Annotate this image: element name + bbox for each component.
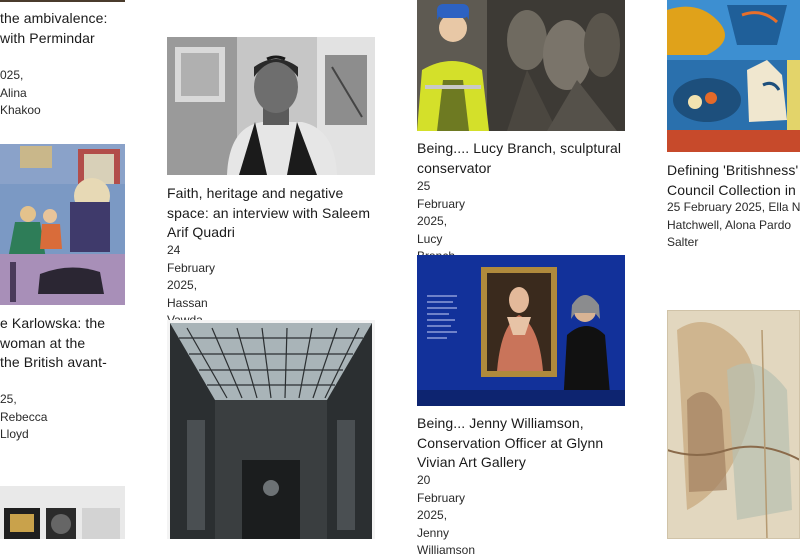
article-title-line: space: an interview with Saleem	[167, 204, 371, 221]
article-title-line: Arif Quadri	[167, 224, 236, 240]
article-meta-line: Salter	[667, 235, 699, 249]
article-thumbnail-quadri[interactable]	[167, 37, 375, 175]
article-title-line: Conservation Officer at Glynn	[417, 434, 604, 451]
article-title-line: the British avant-	[0, 354, 107, 370]
article-thumbnail-karlowska[interactable]	[0, 144, 125, 305]
article-meta-quadri: 24 February 2025, Hassan Vawda	[167, 242, 215, 330]
article-title-line: with Permindar	[0, 29, 95, 46]
article-meta-karlowska: 25, Rebecca Lloyd	[0, 391, 47, 444]
article-title-line: e Karlowska: the	[0, 315, 106, 331]
article-meta-line: 25, Rebecca Lloyd	[0, 392, 48, 441]
article-title-line: Vivian Art Gallery	[417, 454, 526, 470]
article-title-line: Being.... Lucy Branch, sculptural	[417, 140, 622, 156]
article-thumbnail-bottom-left[interactable]	[0, 486, 125, 539]
article-meta-lucy-branch: 25 February 2025, Lucy Branch	[417, 178, 465, 266]
article-title-line: conservator	[417, 159, 492, 176]
article-meta-line: 24 February 2025, Hassan Vawda	[167, 243, 216, 327]
article-thumbnail-ceiling[interactable]	[167, 320, 375, 539]
article-title-quadri[interactable]: Faith, heritage and negative space: an i…	[167, 184, 382, 243]
article-meta-line: 025, Alina Khakoo	[0, 68, 41, 117]
article-title-line: Faith, heritage and negative	[167, 185, 344, 201]
article-meta-line: 25 February 2025, Lucy Branch	[417, 179, 466, 263]
article-thumbnail-lucy-branch[interactable]	[417, 0, 625, 131]
article-title-line: Council Collection in	[667, 181, 796, 198]
article-title-permindar[interactable]: the ambivalence: with Permindar	[0, 9, 130, 48]
article-title-lucy-branch[interactable]: Being.... Lucy Branch, sculptural conser…	[417, 139, 637, 178]
article-thumbnail-britishness[interactable]	[667, 0, 800, 152]
article-title-britishness[interactable]: Defining 'Britishness' Council Collectio…	[667, 161, 800, 200]
article-title-line: the ambivalence:	[0, 10, 108, 26]
article-title-line: Defining 'Britishness'	[667, 162, 799, 178]
article-meta-line: 25 February 2025, Ella N	[667, 200, 800, 214]
article-meta-line: Hatchwell, Alona Pardo	[667, 217, 792, 232]
article-thumbnail-jenny-williamson[interactable]	[417, 255, 625, 406]
article-meta-line: 20 February 2025, Jenny Williamson	[417, 473, 476, 557]
article-title-jenny-williamson[interactable]: Being... Jenny Williamson, Conservation …	[417, 414, 637, 473]
article-title-line: Being... Jenny Williamson,	[417, 415, 584, 431]
article-meta-permindar: 025, Alina Khakoo	[0, 67, 41, 120]
article-title-karlowska[interactable]: e Karlowska: the woman at the the Britis…	[0, 314, 130, 373]
article-meta-britishness: 25 February 2025, Ella N Hatchwell, Alon…	[667, 199, 800, 252]
article-thumbnail-bottom-right[interactable]	[667, 310, 800, 539]
article-thumbnail-permindar[interactable]	[0, 0, 125, 2]
article-meta-jenny-williamson: 20 February 2025, Jenny Williamson	[417, 472, 475, 560]
article-title-line: woman at the	[0, 334, 86, 351]
